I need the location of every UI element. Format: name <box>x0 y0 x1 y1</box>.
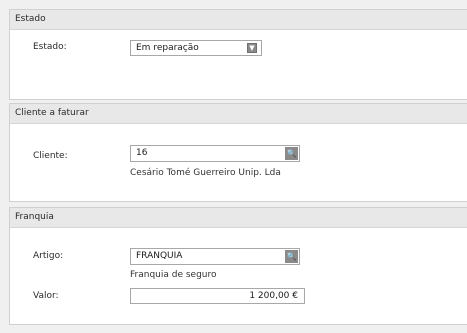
cliente-label: Cliente: <box>33 151 68 161</box>
estado-value: Em reparação <box>136 43 199 53</box>
valor-label: Valor: <box>33 291 59 301</box>
search-icon[interactable]: 🔍 <box>285 250 298 263</box>
artigo-label: Artigo: <box>33 251 64 261</box>
artigo-description: Franquia de seguro <box>130 270 217 280</box>
search-icon[interactable]: 🔍 <box>285 147 298 160</box>
estado-header: Estado <box>10 10 467 30</box>
valor-value: 1 200,00 € <box>249 291 298 301</box>
estado-panel: Estado Estado: Em reparação ▼ <box>9 9 467 100</box>
cliente-value: 16 <box>136 148 148 158</box>
estado-label: Estado: <box>33 42 67 52</box>
artigo-value: FRANQUIA <box>136 251 183 261</box>
artigo-input[interactable]: FRANQUIA 🔍 <box>130 248 300 265</box>
cliente-input[interactable]: 16 🔍 <box>130 145 300 162</box>
franquia-header: Franquia <box>10 208 467 228</box>
franquia-panel: Franquia Artigo: FRANQUIA 🔍 Franquia de … <box>9 207 467 325</box>
chevron-down-icon[interactable]: ▼ <box>247 43 257 53</box>
valor-input[interactable]: 1 200,00 € <box>130 288 305 304</box>
cliente-header: Cliente a faturar <box>10 104 467 124</box>
cliente-description: Cesário Tomé Guerreiro Unip. Lda <box>130 168 281 178</box>
cliente-panel: Cliente a faturar Cliente: 16 🔍 Cesário … <box>9 103 467 202</box>
estado-select[interactable]: Em reparação ▼ <box>130 40 262 56</box>
